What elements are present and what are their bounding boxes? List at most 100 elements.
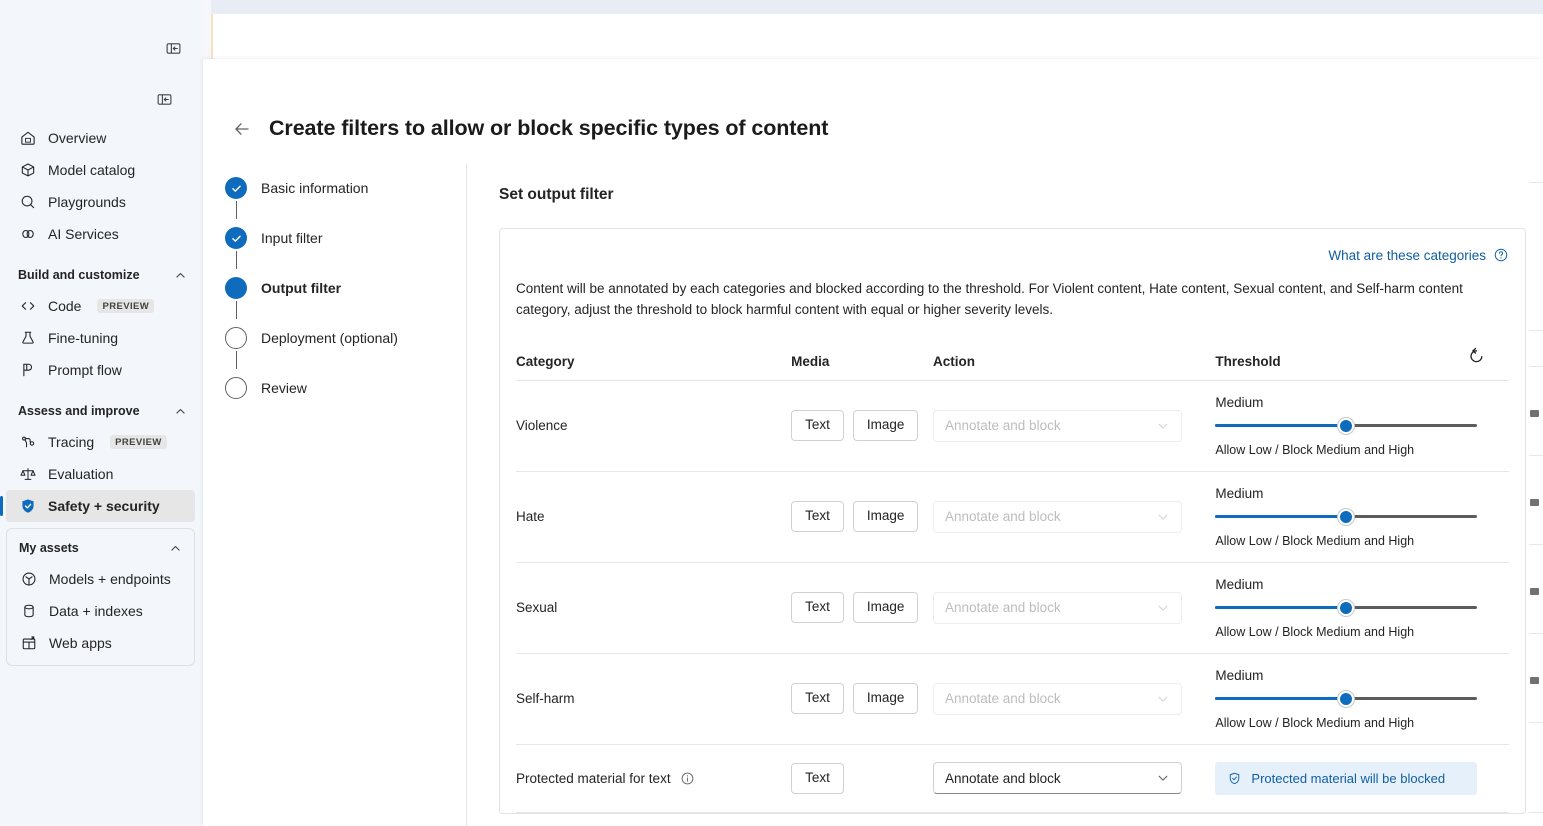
wizard-step-label: Output filter [261,280,341,296]
chevron-down-icon [1156,510,1170,524]
step-connector [236,201,238,219]
scrollbar-mark [1530,499,1539,506]
back-arrow-icon[interactable] [231,118,253,140]
step-connector [236,351,238,369]
column-header-threshold: Threshold [1215,343,1463,381]
sidebar-item-safety-security[interactable]: Safety + security [6,490,195,522]
chevron-down-icon [1156,419,1170,433]
collapse-panel-icon[interactable] [154,89,174,109]
action-dropdown[interactable]: Annotate and block [933,762,1182,794]
what-are-these-categories-link[interactable]: What are these categories [1328,247,1509,263]
media-buttons: Text Image [791,501,933,532]
sidebar-item-tracing[interactable]: Tracing PREVIEW [6,426,195,458]
status-badge: Protected material will be blocked [1215,762,1477,795]
scales-icon [18,464,38,484]
media-button-image[interactable]: Image [853,501,919,532]
sidebar-group-assess-and-improve[interactable]: Assess and improve [6,396,195,426]
category-name: Violence [516,418,568,433]
threshold-description: Allow Low / Block Medium and High [1215,625,1477,639]
table-row: Self-harm Text Image Annotate and block [516,653,1509,744]
media-button-image[interactable]: Image [853,592,919,623]
media-button-text[interactable]: Text [791,763,844,794]
threshold-slider[interactable] [1215,420,1477,432]
threshold-slider[interactable] [1215,693,1477,705]
sidebar-item-overview[interactable]: Overview [6,122,195,154]
threshold-control: Medium Allow Low / Block Medium and High [1215,668,1477,730]
slider-thumb[interactable] [1338,418,1354,434]
column-header-category: Category [516,343,791,381]
wizard-step-review[interactable]: Review [225,369,465,407]
scrollbar-mark [1530,410,1539,417]
sidebar-item-fine-tuning[interactable]: Fine-tuning [6,322,195,354]
sidebar-group-label: Build and customize [18,268,140,282]
sidebar-item-web-apps[interactable]: Web apps [7,627,190,659]
threshold-value-label: Medium [1215,668,1477,683]
slider-fill [1215,697,1346,701]
collapse-panel-icon[interactable] [163,38,183,58]
action-dropdown[interactable]: Annotate and block [933,683,1182,715]
sidebar-item-label: Overview [48,130,106,146]
threshold-slider[interactable] [1215,511,1477,523]
wizard-step-basic-information[interactable]: Basic information [225,169,465,207]
threshold-slider[interactable] [1215,602,1477,614]
sidebar-group-label: My assets [19,541,79,555]
media-button-image[interactable]: Image [853,410,919,441]
content-filter-table: Category Media Action Threshold [516,343,1509,813]
wizard-divider [466,164,467,826]
info-icon[interactable] [680,771,695,786]
scrollbar-hairline [1529,182,1543,183]
action-dropdown-value: Annotate and block [945,771,1061,786]
table-row: Sexual Text Image Annotate and block [516,562,1509,653]
media-button-text[interactable]: Text [791,501,844,532]
sidebar-item-label: Evaluation [48,466,113,482]
slider-thumb[interactable] [1338,600,1354,616]
media-button-text[interactable]: Text [791,683,844,714]
sidebar-item-data-indexes[interactable]: Data + indexes [7,595,190,627]
reset-icon[interactable] [1463,343,1489,369]
step-empty-dot [225,327,247,349]
sidebar-item-label: Tracing [48,434,94,450]
slider-thumb[interactable] [1338,691,1354,707]
sidebar-item-label: Model catalog [48,162,135,178]
sidebar-item-label: AI Services [48,226,119,242]
wizard-step-input-filter[interactable]: Input filter [225,219,465,257]
sidebar-item-ai-services[interactable]: AI Services [6,218,195,250]
action-dropdown[interactable]: Annotate and block [933,501,1182,533]
sidebar-group-my-assets-header[interactable]: My assets [7,533,190,563]
threshold-description: Allow Low / Block Medium and High [1215,716,1477,730]
action-dropdown[interactable]: Annotate and block [933,410,1182,442]
wizard-step-label: Input filter [261,230,322,246]
prompt-flow-icon [18,360,38,380]
wizard-step-label: Deployment (optional) [261,330,398,346]
sidebar-item-models-endpoints[interactable]: Models + endpoints [7,563,190,595]
threshold-description: Allow Low / Block Medium and High [1215,534,1477,548]
wizard-step-label: Basic information [261,180,368,196]
media-button-text[interactable]: Text [791,592,844,623]
column-header-media: Media [791,343,933,381]
sidebar-group-build-and-customize[interactable]: Build and customize [6,260,195,290]
wizard-step-deployment[interactable]: Deployment (optional) [225,319,465,357]
flask-icon [18,328,38,348]
sidebar-item-model-catalog[interactable]: Model catalog [6,154,195,186]
app-sidebar: Overview Model catalog Playgrounds [0,0,203,826]
scrollbar-hairline [1529,544,1543,545]
category-name: Protected material for text [516,771,695,786]
table-header-row: Category Media Action Threshold [516,343,1509,381]
media-button-text[interactable]: Text [791,410,844,441]
action-dropdown[interactable]: Annotate and block [933,592,1182,624]
sidebar-item-code[interactable]: Code PREVIEW [6,290,195,322]
sidebar-item-evaluation[interactable]: Evaluation [6,458,195,490]
slider-fill [1215,515,1346,519]
sidebar-item-playgrounds[interactable]: Playgrounds [6,186,195,218]
media-button-image[interactable]: Image [853,683,919,714]
model-catalog-icon [18,160,38,180]
threshold-value-label: Medium [1215,577,1477,592]
section-title: Set output filter [499,186,1529,204]
wizard-step-output-filter[interactable]: Output filter [225,269,465,307]
scrollbar-hairline [1529,812,1543,813]
sidebar-item-prompt-flow[interactable]: Prompt flow [6,354,195,386]
help-circle-icon [1493,247,1509,263]
slider-thumb[interactable] [1338,509,1354,525]
output-filter-section: Set output filter What are these categor… [499,186,1529,814]
sidebar-item-label: Playgrounds [48,194,126,210]
